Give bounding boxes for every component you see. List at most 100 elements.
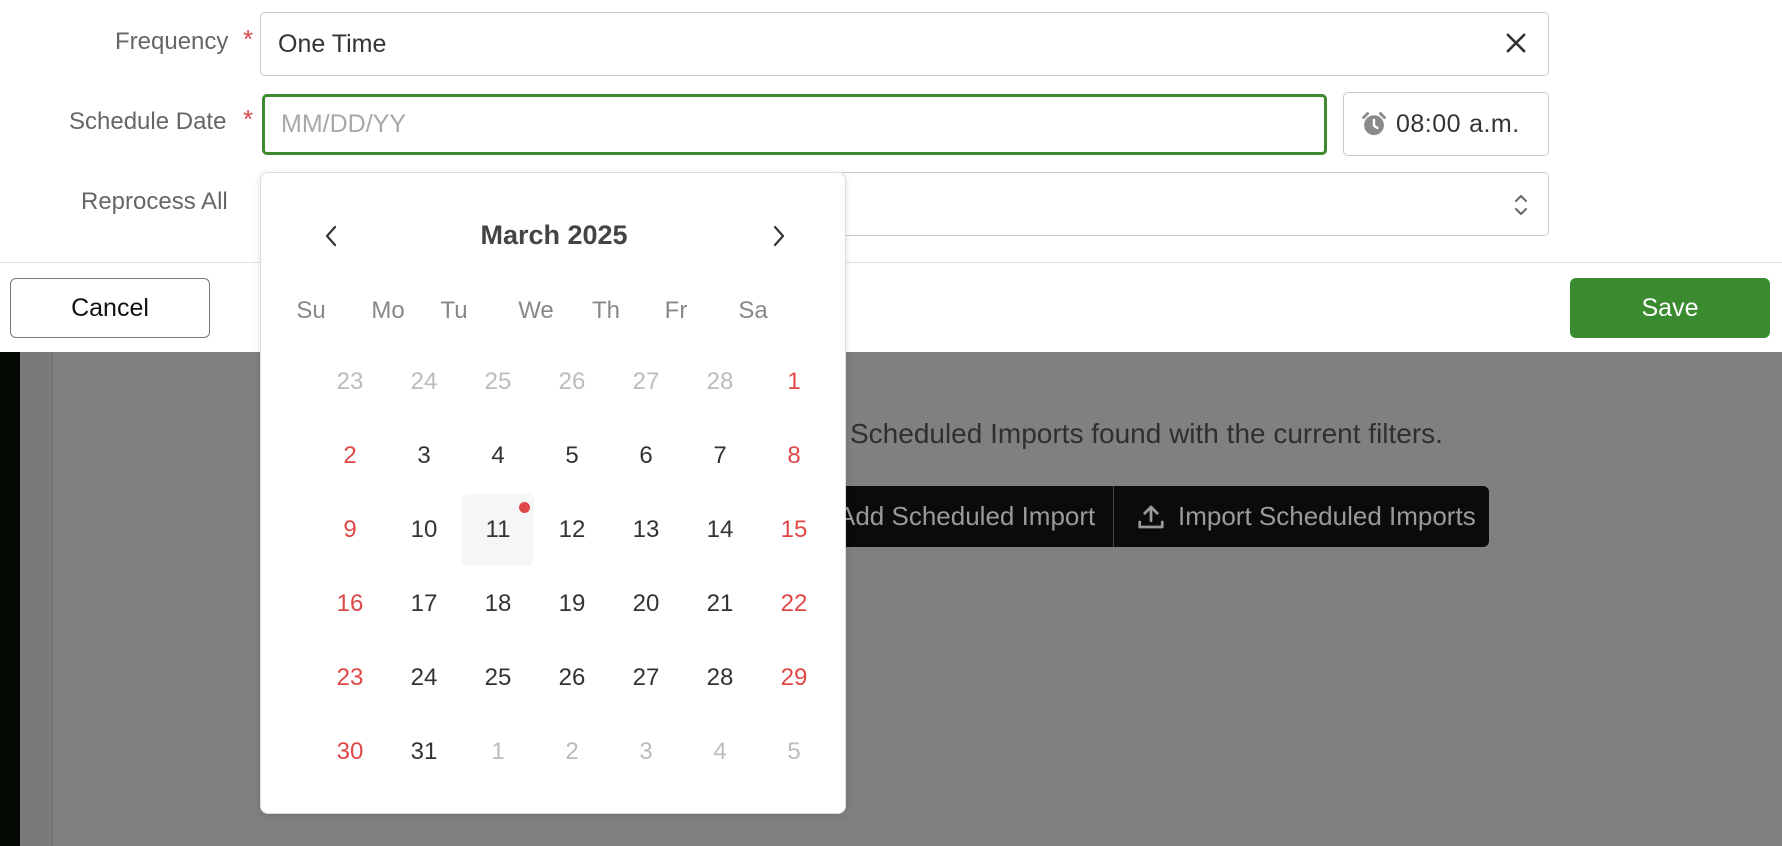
calendar-day[interactable]: 23 — [314, 642, 386, 714]
calendar-day-number: 19 — [558, 590, 586, 617]
calendar-day-number: 9 — [343, 516, 357, 543]
calendar-day[interactable]: 10 — [388, 494, 460, 566]
calendar-day[interactable]: 30 — [314, 716, 386, 788]
calendar-day[interactable]: 1 — [462, 716, 534, 788]
calendar-day[interactable]: 26 — [536, 642, 608, 714]
calendar-day[interactable]: 28 — [684, 346, 756, 418]
calendar-day[interactable]: 25 — [462, 642, 534, 714]
calendar-day[interactable]: 24 — [388, 346, 460, 418]
calendar-day[interactable]: 29 — [758, 642, 830, 714]
weekday-label: Mo — [371, 297, 405, 324]
calendar-day-number: 25 — [484, 368, 512, 395]
calendar-day-number: 3 — [417, 442, 431, 469]
calendar-day-number: 8 — [787, 442, 801, 469]
calendar-day-number: 29 — [780, 664, 808, 691]
calendar-day[interactable]: 15 — [758, 494, 830, 566]
calendar-day-number: 13 — [632, 516, 660, 543]
calendar-day-number: 11 — [485, 516, 511, 543]
calendar-day-today[interactable]: 11 — [462, 494, 534, 566]
empty-state-message: Scheduled Imports found with the current… — [850, 418, 1443, 449]
calendar-day-number: 20 — [632, 590, 660, 617]
calendar-day[interactable]: 27 — [610, 346, 682, 418]
weekday-label: Tu — [440, 297, 468, 324]
calendar-day[interactable]: 18 — [462, 568, 534, 640]
weekday-label: Su — [296, 297, 326, 324]
upload-icon — [1138, 505, 1164, 528]
time-period: a.m. — [1469, 109, 1520, 138]
chevron-right-icon — [773, 225, 785, 247]
calendar-day[interactable]: 19 — [536, 568, 608, 640]
schedule-date-label: Schedule Date — [69, 108, 227, 135]
close-icon[interactable] — [1502, 29, 1530, 57]
required-marker: * — [243, 24, 254, 54]
calendar-day-number: 30 — [336, 738, 364, 765]
calendar-day[interactable]: 5 — [758, 716, 830, 788]
calendar-day[interactable]: 27 — [610, 642, 682, 714]
calendar-day-number: 10 — [410, 516, 438, 543]
calendar-day-number: 27 — [632, 368, 660, 395]
calendar-day-number: 4 — [713, 738, 727, 765]
calendar-day[interactable]: 2 — [536, 716, 608, 788]
calendar-day-number: 31 — [410, 738, 438, 765]
calendar-day[interactable]: 3 — [610, 716, 682, 788]
calendar-day[interactable]: 9 — [314, 494, 386, 566]
calendar-day[interactable]: 25 — [462, 346, 534, 418]
calendar-day-number: 7 — [713, 442, 727, 469]
calendar-day-number: 23 — [336, 368, 364, 395]
calendar-day-number: 23 — [336, 664, 364, 691]
calendar-day[interactable]: 4 — [684, 716, 756, 788]
calendar-day-number: 21 — [706, 590, 734, 617]
reprocess-all-select[interactable] — [842, 172, 1549, 236]
calendar-day[interactable]: 16 — [314, 568, 386, 640]
calendar-day[interactable]: 3 — [388, 420, 460, 492]
calendar-day-number: 26 — [558, 368, 586, 395]
time-value: 08:00 — [1396, 109, 1462, 138]
calendar-day[interactable]: 2 — [314, 420, 386, 492]
calendar-day[interactable]: 28 — [684, 642, 756, 714]
import-button-label: Import Scheduled Imports — [1178, 501, 1476, 531]
calendar-day-number: 12 — [558, 516, 586, 543]
save-button[interactable]: Save — [1570, 278, 1770, 338]
reprocess-all-label: Reprocess All — [81, 188, 228, 215]
calendar-day-number: 26 — [558, 664, 586, 691]
calendar-day-number: 6 — [639, 442, 653, 469]
calendar-day[interactable]: 8 — [758, 420, 830, 492]
calendar-day-number: 2 — [565, 738, 579, 765]
calendar-day[interactable]: 4 — [462, 420, 534, 492]
add-scheduled-import-button[interactable]: Add Scheduled Import — [812, 486, 1114, 547]
calendar-day-number: 28 — [706, 368, 734, 395]
calendar-day-number: 1 — [491, 738, 505, 765]
calendar-day-number: 2 — [343, 442, 357, 469]
calendar-day[interactable]: 22 — [758, 568, 830, 640]
schedule-date-field[interactable] — [262, 94, 1327, 155]
calendar-day[interactable]: 17 — [388, 568, 460, 640]
calendar-day[interactable]: 14 — [684, 494, 756, 566]
calendar-day[interactable]: 31 — [388, 716, 460, 788]
import-scheduled-imports-button[interactable]: Import Scheduled Imports — [1114, 486, 1476, 547]
calendar-day[interactable]: 20 — [610, 568, 682, 640]
calendar-day[interactable]: 6 — [610, 420, 682, 492]
calendar-day[interactable]: 26 — [536, 346, 608, 418]
calendar-day[interactable]: 12 — [536, 494, 608, 566]
weekday-label: We — [518, 297, 554, 324]
calendar-day[interactable]: 7 — [684, 420, 756, 492]
calendar-day-number: 5 — [787, 738, 801, 765]
calendar-day[interactable]: 23 — [314, 346, 386, 418]
calendar-day[interactable]: 5 — [536, 420, 608, 492]
weekday-label: Fr — [664, 297, 688, 324]
cancel-button[interactable]: Cancel — [10, 278, 210, 338]
frequency-select[interactable]: One Time — [260, 12, 1549, 76]
calendar-day-number: 15 — [780, 516, 808, 543]
frequency-label: Frequency — [115, 28, 229, 55]
calendar-day[interactable]: 24 — [388, 642, 460, 714]
next-month-button[interactable] — [766, 221, 792, 251]
calendar-day-number: 14 — [706, 516, 734, 543]
calendar-day[interactable]: 1 — [758, 346, 830, 418]
time-picker[interactable]: 08:00 a.m. — [1343, 92, 1549, 156]
calendar-day[interactable]: 13 — [610, 494, 682, 566]
calendar-day-number: 27 — [632, 664, 660, 691]
frequency-value: One Time — [278, 29, 387, 58]
calendar-month-title: March 2025 — [480, 220, 628, 250]
schedule-date-input[interactable] — [279, 109, 1324, 140]
calendar-day[interactable]: 21 — [684, 568, 756, 640]
